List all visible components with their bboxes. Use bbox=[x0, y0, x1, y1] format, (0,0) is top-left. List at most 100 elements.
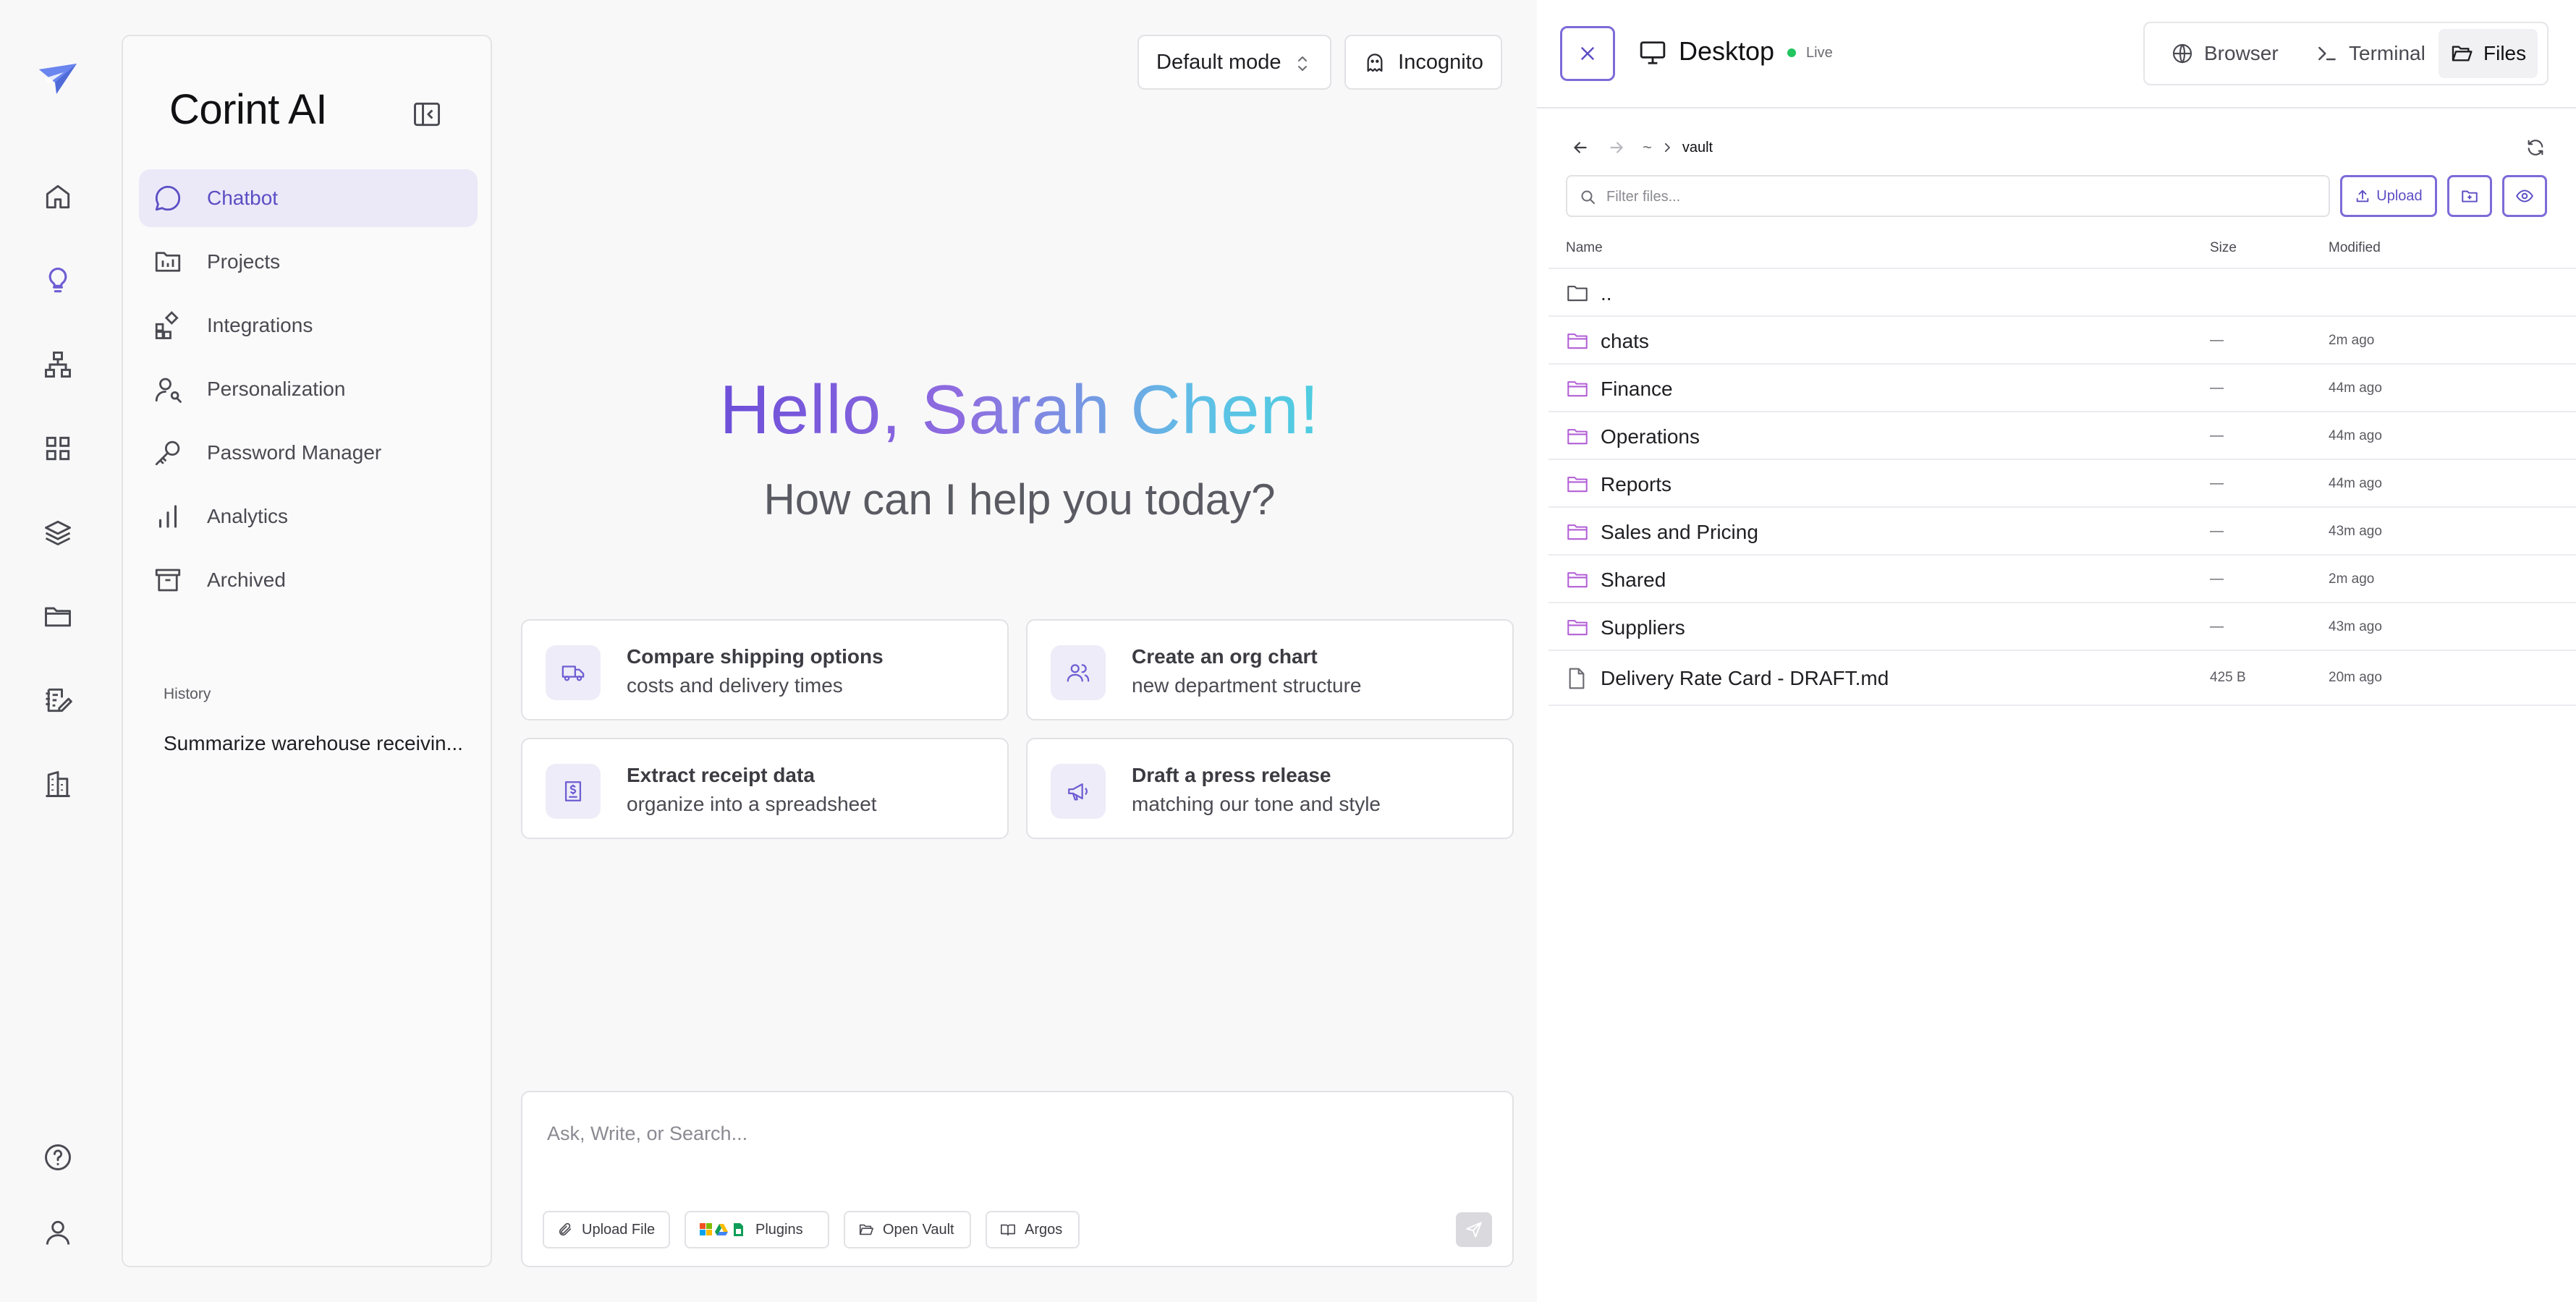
file-name: Delivery Rate Card - DRAFT.md bbox=[1601, 667, 1889, 689]
table-row[interactable]: Reports — 44m ago bbox=[1548, 460, 2576, 508]
collapse-sidebar-icon[interactable] bbox=[410, 97, 444, 132]
refresh-icon[interactable] bbox=[2521, 135, 2550, 161]
help-icon[interactable] bbox=[38, 1137, 78, 1178]
tab-terminal[interactable]: Terminal bbox=[2304, 29, 2437, 78]
panel-title: Desktop bbox=[1679, 36, 1775, 66]
suggestion-title: Draft a press release bbox=[1132, 764, 1331, 786]
file-size: 425 B bbox=[2210, 670, 2246, 685]
key-icon bbox=[152, 437, 184, 469]
receipt-icon bbox=[546, 764, 601, 819]
chip-label: Upload File bbox=[582, 1221, 656, 1238]
suggestion-card[interactable]: Compare shipping options costs and deliv… bbox=[521, 619, 1009, 720]
desktop-panel: Desktop Live Browser Terminal Files ~ va… bbox=[1537, 0, 2576, 1302]
apps-grid-icon[interactable] bbox=[38, 428, 78, 469]
megaphone-icon bbox=[1051, 764, 1106, 819]
sidebar-item-chatbot[interactable]: Chatbot bbox=[139, 169, 478, 227]
file-size: — bbox=[2210, 476, 2224, 491]
plugins-button[interactable]: Plugins bbox=[685, 1211, 829, 1248]
notes-edit-icon[interactable] bbox=[38, 680, 78, 720]
file-modified: 44m ago bbox=[2329, 428, 2382, 443]
mode-select[interactable]: Default mode bbox=[1137, 35, 1331, 90]
column-name[interactable]: Name bbox=[1566, 240, 1603, 256]
file-modified: 2m ago bbox=[2329, 571, 2375, 587]
file-name: Sales and Pricing bbox=[1601, 521, 1758, 543]
chat-input[interactable] bbox=[547, 1123, 1488, 1145]
sidebar-nav: Chatbot Projects Integrations Personaliz… bbox=[139, 169, 478, 615]
user-icon[interactable] bbox=[38, 1212, 78, 1253]
layers-icon[interactable] bbox=[38, 512, 78, 553]
forward-arrow-icon[interactable] bbox=[1603, 135, 1630, 161]
suggestion-card[interactable]: Extract receipt data organize into a spr… bbox=[521, 738, 1009, 839]
icon-rail bbox=[0, 0, 116, 1302]
back-arrow-icon[interactable] bbox=[1567, 135, 1593, 161]
file-modified: 20m ago bbox=[2329, 670, 2382, 685]
live-status-dot bbox=[1787, 48, 1796, 57]
org-chart-icon[interactable] bbox=[38, 344, 78, 385]
users-icon bbox=[1051, 645, 1106, 700]
sidebar-item-label: Password Manager bbox=[207, 441, 382, 464]
sidebar-item-label: Chatbot bbox=[207, 187, 279, 209]
column-modified[interactable]: Modified bbox=[2329, 240, 2381, 256]
history-heading: History bbox=[164, 686, 211, 702]
history-item[interactable]: Summarize warehouse receivin... bbox=[164, 732, 470, 755]
tab-label: Browser bbox=[2204, 42, 2279, 64]
personalization-icon bbox=[152, 373, 184, 405]
folder-icon bbox=[1566, 283, 1589, 303]
sidebar-item-password-manager[interactable]: Password Manager bbox=[139, 424, 478, 482]
file-modified: 44m ago bbox=[2329, 476, 2382, 491]
filter-files bbox=[1566, 175, 2330, 217]
new-folder-button[interactable] bbox=[2447, 175, 2492, 217]
tab-files[interactable]: Files bbox=[2439, 29, 2538, 78]
preview-toggle-button[interactable] bbox=[2502, 175, 2547, 217]
argos-button[interactable]: Argos bbox=[986, 1211, 1080, 1248]
folder-icon bbox=[1566, 569, 1589, 590]
suggestion-detail: organize into a spreadsheet bbox=[627, 793, 877, 815]
eye-icon bbox=[2514, 187, 2535, 205]
greeting-heading: Hello, Sarah Chen! bbox=[499, 370, 1540, 450]
folder-icon bbox=[1566, 331, 1589, 351]
incognito-button[interactable]: Incognito bbox=[1344, 35, 1502, 90]
sidebar-item-archived[interactable]: Archived bbox=[139, 551, 478, 609]
suggestion-detail: new department structure bbox=[1132, 674, 1362, 697]
upload-button[interactable]: Upload bbox=[2340, 175, 2437, 217]
table-row[interactable]: Operations — 44m ago bbox=[1548, 412, 2576, 460]
file-name: Reports bbox=[1601, 473, 1672, 495]
table-row[interactable]: Delivery Rate Card - DRAFT.md 425 B 20m … bbox=[1548, 651, 2576, 706]
sidebar-item-personalization[interactable]: Personalization bbox=[139, 360, 478, 418]
open-vault-button[interactable]: Open Vault bbox=[844, 1211, 971, 1248]
chat-bubble-icon bbox=[152, 182, 184, 214]
column-size[interactable]: Size bbox=[2210, 240, 2237, 256]
sidebar-item-label: Analytics bbox=[207, 505, 289, 527]
sidebar-item-projects[interactable]: Projects bbox=[139, 233, 478, 291]
table-row[interactable]: Suppliers — 43m ago bbox=[1548, 603, 2576, 651]
breadcrumb-root[interactable]: ~ bbox=[1643, 138, 1652, 157]
table-row[interactable]: Shared — 2m ago bbox=[1548, 556, 2576, 603]
file-icon bbox=[1566, 667, 1588, 690]
sidebar-item-label: Projects bbox=[207, 250, 281, 273]
lightbulb-icon[interactable] bbox=[38, 260, 78, 301]
sidebar-item-analytics[interactable]: Analytics bbox=[139, 488, 478, 545]
tab-label: Files bbox=[2483, 42, 2527, 64]
tab-browser[interactable]: Browser bbox=[2159, 29, 2290, 78]
file-size: — bbox=[2210, 428, 2224, 443]
suggestion-card[interactable]: Draft a press release matching our tone … bbox=[1026, 738, 1514, 839]
file-name: .. bbox=[1601, 282, 1612, 305]
home-icon[interactable] bbox=[38, 176, 78, 217]
upload-file-button[interactable]: Upload File bbox=[543, 1211, 670, 1248]
folder-icon[interactable] bbox=[38, 596, 78, 637]
building-icon[interactable] bbox=[38, 764, 78, 804]
book-open-icon bbox=[1000, 1222, 1016, 1238]
table-row[interactable]: Sales and Pricing — 43m ago bbox=[1548, 508, 2576, 556]
filter-files-input[interactable] bbox=[1606, 184, 2316, 210]
file-name: Finance bbox=[1601, 378, 1673, 400]
table-row[interactable]: Finance — 44m ago bbox=[1548, 365, 2576, 412]
folder-icon bbox=[1566, 617, 1589, 637]
table-row[interactable]: chats — 2m ago bbox=[1548, 317, 2576, 365]
suggestion-card[interactable]: Create an org chart new department struc… bbox=[1026, 619, 1514, 720]
app-logo-icon[interactable] bbox=[38, 62, 78, 97]
sidebar-item-integrations[interactable]: Integrations bbox=[139, 297, 478, 354]
send-button[interactable] bbox=[1456, 1212, 1492, 1247]
chip-label: Argos bbox=[1025, 1221, 1063, 1238]
table-row-parent[interactable]: .. bbox=[1548, 269, 2576, 317]
close-panel-button[interactable] bbox=[1560, 26, 1615, 81]
